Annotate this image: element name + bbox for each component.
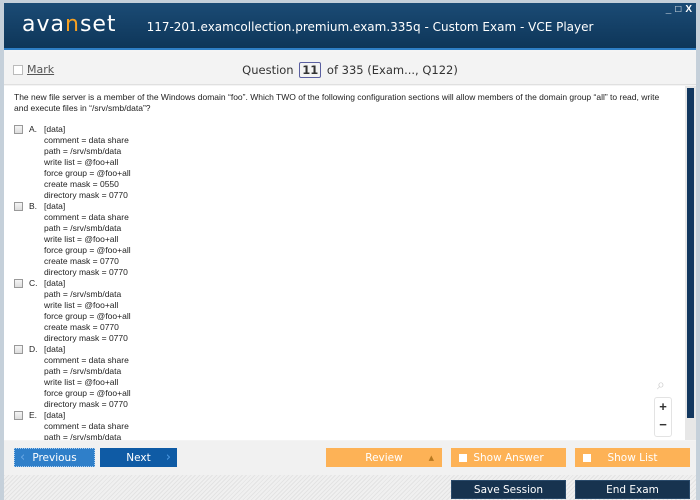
option-line: [data] (44, 124, 66, 134)
show-list-button[interactable]: Show List (575, 448, 690, 467)
option-line: path = /srv/smb/data (44, 223, 122, 233)
option-line: comment = data share (44, 212, 129, 222)
option-line: force group = @foo+all (44, 311, 131, 321)
footer-bar: Save Session End Exam (4, 475, 696, 500)
option-checkbox[interactable] (14, 279, 23, 288)
option-line: directory mask = 0770 (44, 267, 128, 277)
zoom-buttons: + − (654, 397, 672, 437)
question-label: Question (242, 63, 294, 77)
option-text: [data] comment = data share path = /srv/sm… (44, 410, 129, 440)
navigation-toolbar: ‹ Previous Next › Review ▲ Show Answer S… (4, 441, 696, 475)
option-line: [data] (44, 201, 66, 211)
option-text: [data] comment = data share path = /srv/sm… (44, 344, 131, 410)
question-header: Mark Question 11 of 335 (Exam..., Q122) (4, 52, 696, 85)
option-line: force group = @foo+all (44, 245, 131, 255)
answer-option[interactable]: D. [data] comment = data share path = /srv/… (14, 344, 675, 410)
option-checkbox[interactable] (14, 345, 23, 354)
show-list-label: Show List (607, 451, 658, 464)
show-answer-button[interactable]: Show Answer (451, 448, 566, 467)
title-bar: avanset 117-201.examcollection.premium.e… (4, 3, 696, 50)
option-text: [data] comment = data share path = /srv/sm… (44, 201, 131, 278)
search-icon: ⌕ (657, 376, 665, 392)
checkbox-icon[interactable] (583, 453, 591, 462)
end-exam-button[interactable]: End Exam (575, 480, 690, 499)
option-line: path = /srv/smb/data (44, 146, 122, 156)
option-line: create mask = 0770 (44, 322, 119, 332)
answer-option[interactable]: A. [data] comment = data share path = /srv/… (14, 124, 675, 201)
option-text: [data] path = /srv/smb/data write list = @… (44, 278, 131, 344)
answer-option[interactable]: E. [data] comment = data share path = /srv/… (14, 410, 675, 440)
question-text: The new file server is a member of the W… (14, 92, 660, 113)
vce-player-window: avanset 117-201.examcollection.premium.e… (0, 0, 700, 500)
option-line: path = /srv/smb/data (44, 366, 122, 376)
option-checkbox[interactable] (14, 411, 23, 420)
window-controls: _ □ X (666, 4, 692, 15)
answer-option[interactable]: B. [data] comment = data share path = /srv/… (14, 201, 675, 278)
zoom-out-button[interactable]: − (655, 416, 671, 434)
option-line: comment = data share (44, 355, 129, 365)
next-button[interactable]: Next › (100, 448, 177, 467)
option-line: [data] (44, 410, 66, 420)
chevron-right-icon: › (165, 450, 171, 465)
window-title: 117-201.examcollection.premium.exam.335q… (146, 20, 594, 34)
question-counter: Question 11 of 335 (Exam..., Q122) (4, 62, 696, 78)
option-text: [data] comment = data share path = /srv/sm… (44, 124, 131, 201)
option-letter: E. (29, 410, 38, 420)
question-number-input[interactable]: 11 (299, 62, 322, 78)
option-checkbox[interactable] (14, 125, 23, 134)
review-button[interactable]: Review ▲ (326, 448, 442, 467)
option-line: write list = @foo+all (44, 377, 119, 387)
option-line: comment = data share (44, 421, 129, 431)
option-letter: B. (29, 201, 38, 211)
option-line: write list = @foo+all (44, 234, 119, 244)
option-line: comment = data share (44, 135, 129, 145)
option-line: create mask = 0770 (44, 256, 119, 266)
review-label: Review (365, 451, 403, 464)
option-checkbox[interactable] (14, 202, 23, 211)
next-label: Next (126, 451, 151, 464)
option-line: directory mask = 0770 (44, 399, 128, 409)
question-content: The new file server is a member of the W… (4, 86, 685, 440)
chevron-left-icon: ‹ (20, 450, 26, 465)
zoom-in-button[interactable]: + (655, 398, 671, 416)
minimize-icon[interactable]: _ (666, 4, 672, 15)
option-line: [data] (44, 344, 66, 354)
previous-button[interactable]: ‹ Previous (14, 448, 95, 467)
option-letter: C. (29, 278, 38, 288)
option-line: path = /srv/smb/data (44, 289, 122, 299)
maximize-icon[interactable]: □ (675, 4, 681, 15)
answer-options: A. [data] comment = data share path = /srv/… (14, 124, 675, 440)
show-answer-label: Show Answer (473, 451, 544, 464)
scrollbar-thumb[interactable] (687, 88, 694, 418)
option-letter: A. (29, 124, 38, 134)
question-of-text: of 335 (Exam..., Q122) (326, 63, 458, 77)
option-line: force group = @foo+all (44, 168, 131, 178)
answer-option[interactable]: C. [data] path = /srv/smb/data write list =… (14, 278, 675, 344)
option-line: path = /srv/smb/data (44, 432, 122, 440)
save-session-button[interactable]: Save Session (451, 480, 566, 499)
triangle-up-icon: ▲ (428, 453, 434, 462)
option-line: force group = @foo+all (44, 388, 131, 398)
close-icon[interactable]: X (685, 4, 692, 15)
option-line: create mask = 0550 (44, 179, 119, 189)
content-scrollbar[interactable] (685, 86, 696, 440)
option-line: [data] (44, 278, 66, 288)
option-line: write list = @foo+all (44, 157, 119, 167)
checkbox-icon[interactable] (459, 453, 467, 462)
option-line: directory mask = 0770 (44, 190, 128, 200)
option-letter: D. (29, 344, 38, 354)
previous-label: Previous (32, 451, 77, 464)
option-line: directory mask = 0770 (44, 333, 128, 343)
option-line: write list = @foo+all (44, 300, 119, 310)
